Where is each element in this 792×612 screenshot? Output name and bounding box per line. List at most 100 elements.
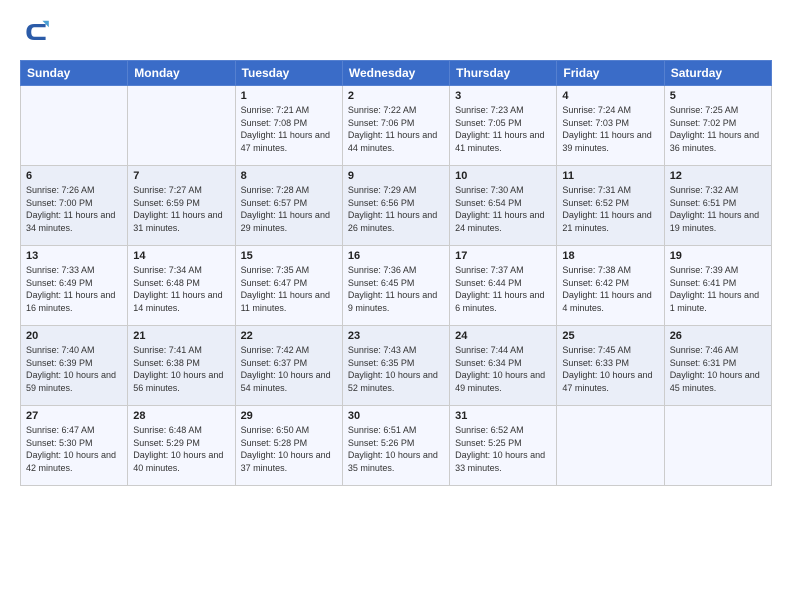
day-number: 5 bbox=[670, 90, 766, 102]
day-cell: 25 Sunrise: 7:45 AM Sunset: 6:33 PM Dayli… bbox=[557, 326, 664, 406]
day-cell: 11Sunrise: 7:31 AM Sunset: 6:52 PM Dayli… bbox=[557, 166, 664, 246]
day-number: 21 bbox=[133, 330, 229, 342]
day-info: Sunrise: 7:39 AM Sunset: 6:41 PM Dayligh… bbox=[670, 264, 766, 314]
day-number: 9 bbox=[348, 170, 444, 182]
day-cell: 6 Sunrise: 7:26 AM Sunset: 7:00 PM Daylig… bbox=[21, 166, 128, 246]
logo bbox=[20, 16, 56, 48]
day-number: 25 bbox=[562, 330, 658, 342]
day-cell: 7 Sunrise: 7:27 AM Sunset: 6:59 PM Daylig… bbox=[128, 166, 235, 246]
day-number: 8 bbox=[241, 170, 337, 182]
day-cell: 4Sunrise: 7:24 AM Sunset: 7:03 PM Daylig… bbox=[557, 86, 664, 166]
day-info: Sunrise: 6:47 AM Sunset: 5:30 PM Dayligh… bbox=[26, 424, 122, 474]
day-info: Sunrise: 7:38 AM Sunset: 6:42 PM Dayligh… bbox=[562, 264, 658, 314]
day-info: Sunrise: 7:27 AM Sunset: 6:59 PM Dayligh… bbox=[133, 184, 229, 234]
day-cell: 14 Sunrise: 7:34 AM Sunset: 6:48 PM Dayli… bbox=[128, 246, 235, 326]
day-cell bbox=[664, 406, 771, 486]
day-number: 19 bbox=[670, 250, 766, 262]
day-cell: 10 Sunrise: 7:30 AM Sunset: 6:54 PM Dayli… bbox=[450, 166, 557, 246]
day-info: Sunrise: 7:40 AM Sunset: 6:39 PM Dayligh… bbox=[26, 344, 122, 394]
day-number: 16 bbox=[348, 250, 444, 262]
day-info: Sunrise: 7:29 AM Sunset: 6:56 PM Dayligh… bbox=[348, 184, 444, 234]
day-cell: 15Sunrise: 7:35 AM Sunset: 6:47 PM Dayli… bbox=[235, 246, 342, 326]
day-info: Sunrise: 6:51 AM Sunset: 5:26 PM Dayligh… bbox=[348, 424, 444, 474]
day-number: 14 bbox=[133, 250, 229, 262]
week-row-2: 6 Sunrise: 7:26 AM Sunset: 7:00 PM Daylig… bbox=[21, 166, 772, 246]
day-info: Sunrise: 7:44 AM Sunset: 6:34 PM Dayligh… bbox=[455, 344, 551, 394]
col-header-wednesday: Wednesday bbox=[342, 61, 449, 86]
day-cell: 8 Sunrise: 7:28 AM Sunset: 6:57 PM Daylig… bbox=[235, 166, 342, 246]
day-cell: 26Sunrise: 7:46 AM Sunset: 6:31 PM Dayli… bbox=[664, 326, 771, 406]
day-cell: 28 Sunrise: 6:48 AM Sunset: 5:29 PM Dayli… bbox=[128, 406, 235, 486]
day-info: Sunrise: 7:34 AM Sunset: 6:48 PM Dayligh… bbox=[133, 264, 229, 314]
col-header-monday: Monday bbox=[128, 61, 235, 86]
day-number: 20 bbox=[26, 330, 122, 342]
page: SundayMondayTuesdayWednesdayThursdayFrid… bbox=[0, 0, 792, 496]
day-info: Sunrise: 6:48 AM Sunset: 5:29 PM Dayligh… bbox=[133, 424, 229, 474]
day-number: 2 bbox=[348, 90, 444, 102]
day-number: 4 bbox=[562, 90, 658, 102]
day-cell: 13 Sunrise: 7:33 AM Sunset: 6:49 PM Dayli… bbox=[21, 246, 128, 326]
day-cell: 31Sunrise: 6:52 AM Sunset: 5:25 PM Dayli… bbox=[450, 406, 557, 486]
day-info: Sunrise: 7:33 AM Sunset: 6:49 PM Dayligh… bbox=[26, 264, 122, 314]
day-info: Sunrise: 7:42 AM Sunset: 6:37 PM Dayligh… bbox=[241, 344, 337, 394]
day-number: 6 bbox=[26, 170, 122, 182]
day-number: 1 bbox=[241, 90, 337, 102]
day-number: 18 bbox=[562, 250, 658, 262]
day-info: Sunrise: 7:36 AM Sunset: 6:45 PM Dayligh… bbox=[348, 264, 444, 314]
day-cell: 30 Sunrise: 6:51 AM Sunset: 5:26 PM Dayli… bbox=[342, 406, 449, 486]
day-cell: 12Sunrise: 7:32 AM Sunset: 6:51 PM Dayli… bbox=[664, 166, 771, 246]
day-info: Sunrise: 7:28 AM Sunset: 6:57 PM Dayligh… bbox=[241, 184, 337, 234]
col-header-thursday: Thursday bbox=[450, 61, 557, 86]
day-cell: 19 Sunrise: 7:39 AM Sunset: 6:41 PM Dayli… bbox=[664, 246, 771, 326]
day-info: Sunrise: 6:50 AM Sunset: 5:28 PM Dayligh… bbox=[241, 424, 337, 474]
col-header-saturday: Saturday bbox=[664, 61, 771, 86]
day-info: Sunrise: 6:52 AM Sunset: 5:25 PM Dayligh… bbox=[455, 424, 551, 474]
day-number: 7 bbox=[133, 170, 229, 182]
day-info: Sunrise: 7:23 AM Sunset: 7:05 PM Dayligh… bbox=[455, 104, 551, 154]
day-cell bbox=[128, 86, 235, 166]
day-number: 11 bbox=[562, 170, 658, 182]
week-row-1: 1Sunrise: 7:21 AM Sunset: 7:08 PM Daylig… bbox=[21, 86, 772, 166]
day-number: 30 bbox=[348, 410, 444, 422]
day-info: Sunrise: 7:22 AM Sunset: 7:06 PM Dayligh… bbox=[348, 104, 444, 154]
day-cell: 23Sunrise: 7:43 AM Sunset: 6:35 PM Dayli… bbox=[342, 326, 449, 406]
day-number: 29 bbox=[241, 410, 337, 422]
header bbox=[20, 16, 772, 48]
day-info: Sunrise: 7:32 AM Sunset: 6:51 PM Dayligh… bbox=[670, 184, 766, 234]
week-row-4: 20 Sunrise: 7:40 AM Sunset: 6:39 PM Dayli… bbox=[21, 326, 772, 406]
day-info: Sunrise: 7:26 AM Sunset: 7:00 PM Dayligh… bbox=[26, 184, 122, 234]
day-number: 3 bbox=[455, 90, 551, 102]
day-cell: 22 Sunrise: 7:42 AM Sunset: 6:37 PM Dayli… bbox=[235, 326, 342, 406]
logo-icon bbox=[20, 16, 52, 48]
day-cell bbox=[21, 86, 128, 166]
day-cell: 1Sunrise: 7:21 AM Sunset: 7:08 PM Daylig… bbox=[235, 86, 342, 166]
day-info: Sunrise: 7:37 AM Sunset: 6:44 PM Dayligh… bbox=[455, 264, 551, 314]
day-number: 26 bbox=[670, 330, 766, 342]
week-row-3: 13 Sunrise: 7:33 AM Sunset: 6:49 PM Dayli… bbox=[21, 246, 772, 326]
calendar-table: SundayMondayTuesdayWednesdayThursdayFrid… bbox=[20, 60, 772, 486]
day-number: 13 bbox=[26, 250, 122, 262]
day-number: 24 bbox=[455, 330, 551, 342]
day-cell bbox=[557, 406, 664, 486]
header-row: SundayMondayTuesdayWednesdayThursdayFrid… bbox=[21, 61, 772, 86]
day-cell: 5Sunrise: 7:25 AM Sunset: 7:02 PM Daylig… bbox=[664, 86, 771, 166]
day-cell: 24 Sunrise: 7:44 AM Sunset: 6:34 PM Dayli… bbox=[450, 326, 557, 406]
day-number: 17 bbox=[455, 250, 551, 262]
day-number: 22 bbox=[241, 330, 337, 342]
day-info: Sunrise: 7:45 AM Sunset: 6:33 PM Dayligh… bbox=[562, 344, 658, 394]
col-header-sunday: Sunday bbox=[21, 61, 128, 86]
day-number: 15 bbox=[241, 250, 337, 262]
day-number: 28 bbox=[133, 410, 229, 422]
day-info: Sunrise: 7:41 AM Sunset: 6:38 PM Dayligh… bbox=[133, 344, 229, 394]
day-cell: 9 Sunrise: 7:29 AM Sunset: 6:56 PM Daylig… bbox=[342, 166, 449, 246]
day-info: Sunrise: 7:30 AM Sunset: 6:54 PM Dayligh… bbox=[455, 184, 551, 234]
day-number: 10 bbox=[455, 170, 551, 182]
day-cell: 2 Sunrise: 7:22 AM Sunset: 7:06 PM Daylig… bbox=[342, 86, 449, 166]
day-cell: 3 Sunrise: 7:23 AM Sunset: 7:05 PM Daylig… bbox=[450, 86, 557, 166]
col-header-friday: Friday bbox=[557, 61, 664, 86]
day-cell: 20 Sunrise: 7:40 AM Sunset: 6:39 PM Dayli… bbox=[21, 326, 128, 406]
day-number: 23 bbox=[348, 330, 444, 342]
day-cell: 27Sunrise: 6:47 AM Sunset: 5:30 PM Dayli… bbox=[21, 406, 128, 486]
week-row-5: 27Sunrise: 6:47 AM Sunset: 5:30 PM Dayli… bbox=[21, 406, 772, 486]
day-cell: 21 Sunrise: 7:41 AM Sunset: 6:38 PM Dayli… bbox=[128, 326, 235, 406]
